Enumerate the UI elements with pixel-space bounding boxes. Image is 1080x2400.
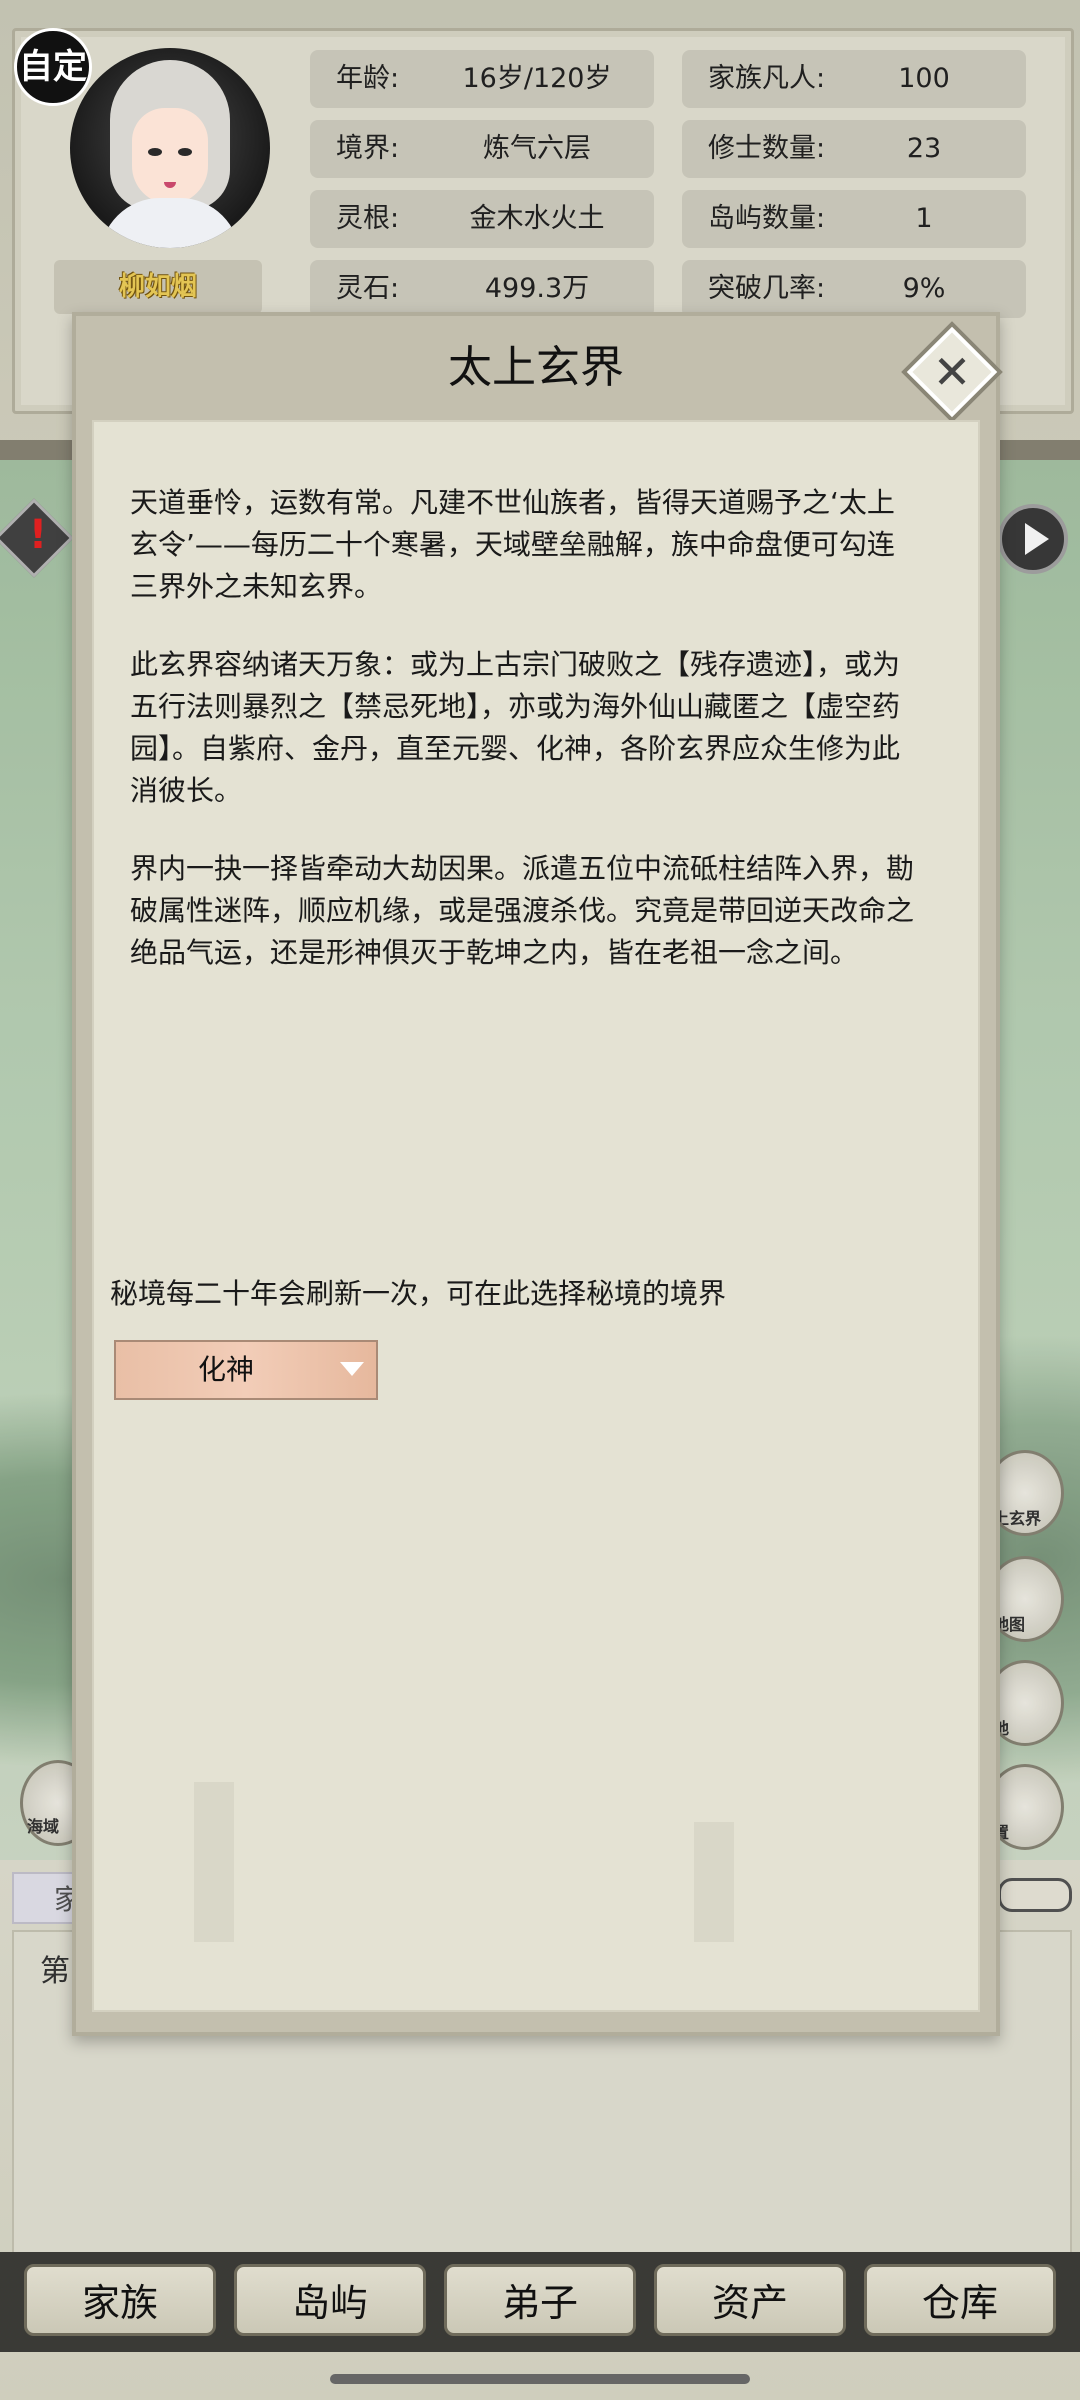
nav-warehouse[interactable]: 仓库	[864, 2264, 1056, 2336]
refresh-note: 秘境每二十年会刷新一次，可在此选择秘境的境界	[110, 1277, 727, 1310]
description-paragraph: 此玄界容纳诸天万象：或为上古宗门破败之【残存遗迹】，或为 五行法则暴烈之【禁忌死…	[130, 648, 901, 807]
description-paragraph: 界内一抉一择皆牵动大劫因果。派遣五位中流砥柱结阵入界，勘 破属性迷阵，顺应机缘，…	[130, 852, 915, 969]
avatar-eye	[178, 148, 192, 156]
avatar-face	[132, 108, 208, 204]
avatar-robe	[100, 198, 240, 248]
nav-assets[interactable]: 资产	[654, 2264, 846, 2336]
realm-dropdown[interactable]: 化神	[114, 1340, 378, 1400]
nav-islands[interactable]: 岛屿	[234, 2264, 426, 2336]
nav-family[interactable]: 家族	[24, 2264, 216, 2336]
upper-realm-dialog: 太上玄界 ✕ 天道垂怜，运数有常。凡建不世仙族者，皆得天道赐予之‘太上 玄令’—…	[72, 312, 1003, 2036]
close-icon[interactable]: ✕	[922, 342, 982, 402]
home-indicator[interactable]	[330, 2374, 750, 2384]
caret-down-icon	[340, 1362, 364, 1376]
avatar-eye	[148, 148, 162, 156]
description-paragraph: 天道垂怜，运数有常。凡建不世仙族者，皆得天道赐予之‘太上 玄令’——每历二十个寒…	[130, 486, 895, 603]
dialog-title: 太上玄界	[448, 342, 624, 393]
custom-badge[interactable]: 自定	[14, 28, 92, 106]
dialog-content: 天道垂怜，运数有常。凡建不世仙族者，皆得天道赐予之‘太上 玄令’——每历二十个寒…	[92, 420, 980, 2012]
realm-dropdown-value: 化神	[197, 1353, 254, 1386]
exclamation-icon: !	[28, 512, 48, 558]
tower-decoration	[194, 1782, 234, 1942]
nav-disciples[interactable]: 弟子	[444, 2264, 636, 2336]
tower-decoration	[694, 1822, 734, 1942]
character-avatar[interactable]	[70, 48, 270, 248]
